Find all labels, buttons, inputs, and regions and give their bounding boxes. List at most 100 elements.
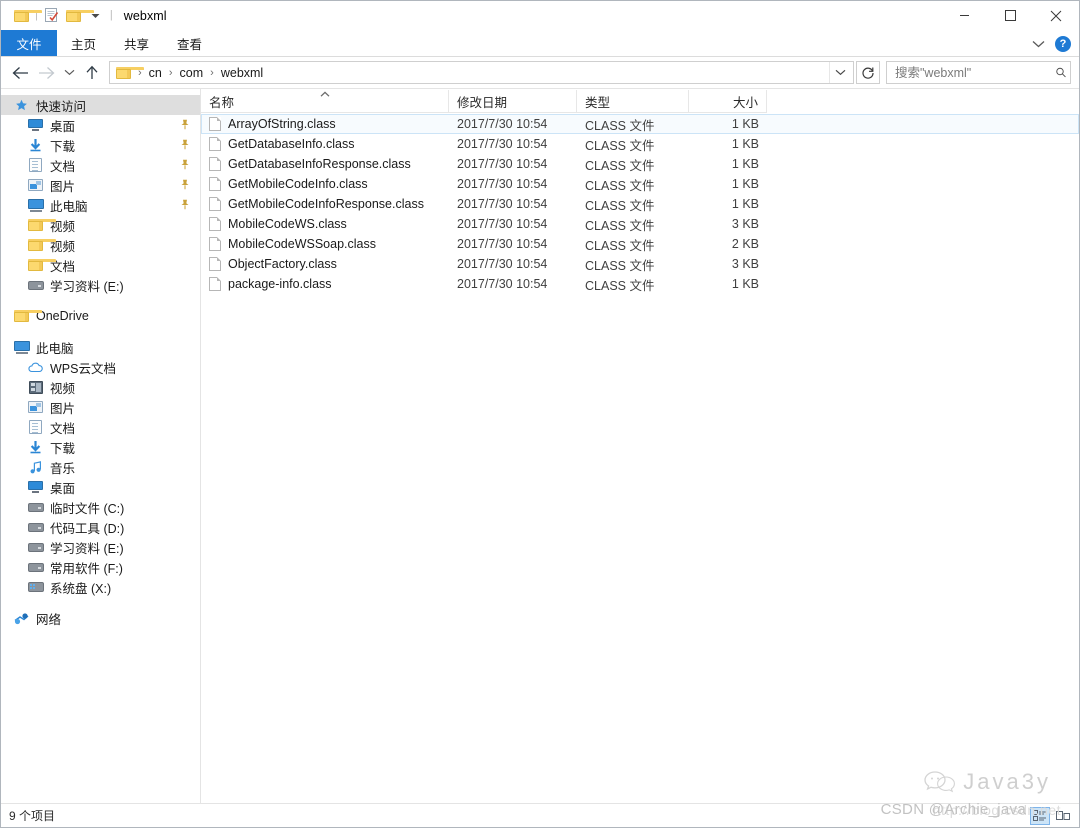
back-button[interactable]: [7, 60, 33, 86]
navigation-pane[interactable]: 快速访问 桌面 下载 文档 图片 此电脑 视频 视频 文档 学习资料 (E:) …: [1, 89, 201, 803]
pin-icon[interactable]: [180, 199, 190, 213]
column-header-date-modified[interactable]: 修改日期: [449, 90, 577, 113]
search-input[interactable]: [895, 65, 1056, 80]
item-count-label: 9 个项目: [9, 809, 56, 823]
file-name: GetMobileCodeInfoResponse.class: [228, 197, 424, 211]
pin-icon[interactable]: [180, 139, 190, 153]
pin-icon[interactable]: [180, 159, 190, 173]
sidebar-item-documents-pc[interactable]: 文档: [1, 417, 200, 437]
pin-icon[interactable]: [180, 179, 190, 193]
file-type-cell: CLASS 文件: [585, 258, 655, 273]
sidebar-item-pictures[interactable]: 图片: [1, 175, 200, 195]
sidebar-item-downloads[interactable]: 下载: [1, 135, 200, 155]
sidebar-item-quick-access[interactable]: 快速访问: [1, 95, 200, 115]
sidebar-item-label: 下载: [50, 441, 76, 456]
sidebar-item-drive-e-quick[interactable]: 学习资料 (E:): [1, 275, 200, 295]
folder-icon: [13, 9, 42, 22]
sidebar-item-drive-d[interactable]: 代码工具 (D:): [1, 517, 200, 537]
column-header-name[interactable]: 名称: [201, 90, 449, 113]
table-row[interactable]: ArrayOfString.class 2017/7/30 10:54 CLAS…: [201, 114, 1079, 134]
tab-share[interactable]: 共享: [110, 30, 163, 56]
table-row[interactable]: GetMobileCodeInfoResponse.class 2017/7/3…: [201, 194, 1079, 214]
sidebar-item-videos-2[interactable]: 视频: [1, 235, 200, 255]
file-name-cell: MobileCodeWSSoap.class: [201, 237, 449, 251]
ribbon-tab-bar: 文件 主页 共享 查看 ?: [1, 30, 1079, 57]
minimize-button[interactable]: [941, 1, 987, 30]
sidebar-item-documents-folder[interactable]: 文档: [1, 255, 200, 275]
sidebar-item-this-pc-root[interactable]: 此电脑: [1, 337, 200, 357]
sidebar-item-drive-c[interactable]: 临时文件 (C:): [1, 497, 200, 517]
file-name: package-info.class: [228, 277, 332, 291]
table-row[interactable]: GetMobileCodeInfo.class 2017/7/30 10:54 …: [201, 174, 1079, 194]
sidebar-item-onedrive[interactable]: OneDrive: [1, 306, 200, 326]
explorer-body: 快速访问 桌面 下载 文档 图片 此电脑 视频 视频 文档 学习资料 (E:) …: [1, 88, 1079, 803]
details-view-button[interactable]: [1030, 807, 1050, 825]
sidebar-item-videos[interactable]: 视频: [1, 377, 200, 397]
breadcrumb-bar[interactable]: › cn › com › webxml: [109, 61, 854, 84]
folder-icon: [27, 239, 56, 251]
up-button[interactable]: [79, 60, 105, 86]
help-button[interactable]: ?: [1055, 35, 1071, 52]
column-header-label: 类型: [585, 95, 611, 110]
tab-home[interactable]: 主页: [57, 30, 110, 56]
qat-folder-icon[interactable]: [10, 5, 42, 27]
file-size-cell: 3 KB: [731, 217, 759, 231]
details-view-icon: [1033, 810, 1046, 821]
close-button[interactable]: [1033, 1, 1079, 30]
breadcrumb-item-webxml[interactable]: webxml: [219, 66, 265, 80]
table-row[interactable]: GetDatabaseInfo.class 2017/7/30 10:54 CL…: [201, 134, 1079, 154]
sidebar-item-downloads-pc[interactable]: 下载: [1, 437, 200, 457]
large-icons-view-button[interactable]: [1053, 807, 1073, 825]
minimize-icon: [959, 15, 969, 16]
recent-locations-button[interactable]: [59, 60, 79, 86]
table-row[interactable]: package-info.class 2017/7/30 10:54 CLASS…: [201, 274, 1079, 294]
chevron-down-icon: [64, 69, 74, 76]
qat-customize-button[interactable]: [85, 5, 107, 27]
qat-properties-icon[interactable]: [41, 5, 63, 27]
expand-ribbon-button[interactable]: [1032, 35, 1045, 53]
forward-button[interactable]: [33, 60, 59, 86]
sidebar-item-wps-cloud[interactable]: WPS云文档: [1, 357, 200, 377]
tab-view[interactable]: 查看: [163, 30, 216, 56]
sidebar-item-videos-1[interactable]: 视频: [1, 215, 200, 235]
sidebar-item-desktop-pc[interactable]: 桌面: [1, 477, 200, 497]
qat-new-folder-icon[interactable]: [63, 5, 95, 27]
sidebar-item-label: 学习资料 (E:): [50, 279, 124, 294]
sidebar-item-desktop[interactable]: 桌面: [1, 115, 200, 135]
sidebar-item-label: 快速访问: [36, 99, 87, 114]
table-row[interactable]: ObjectFactory.class 2017/7/30 10:54 CLAS…: [201, 254, 1079, 274]
file-modified-cell: 2017/7/30 10:54: [457, 217, 548, 231]
tab-file[interactable]: 文件: [1, 30, 57, 56]
search-box[interactable]: [886, 61, 1071, 84]
column-header-size[interactable]: 大小: [689, 90, 767, 113]
sidebar-item-label: 图片: [50, 179, 76, 194]
pin-icon[interactable]: [180, 119, 190, 133]
table-row[interactable]: MobileCodeWSSoap.class 2017/7/30 10:54 C…: [201, 234, 1079, 254]
sidebar-item-documents[interactable]: 文档: [1, 155, 200, 175]
sidebar-item-drive-f[interactable]: 常用软件 (F:): [1, 557, 200, 577]
breadcrumb: › cn › com › webxml: [116, 66, 829, 80]
sidebar-item-drive-e[interactable]: 学习资料 (E:): [1, 537, 200, 557]
table-row[interactable]: GetDatabaseInfoResponse.class 2017/7/30 …: [201, 154, 1079, 174]
sidebar-item-pictures-pc[interactable]: 图片: [1, 397, 200, 417]
breadcrumb-item-cn[interactable]: cn: [147, 66, 164, 80]
sidebar-item-music[interactable]: 音乐: [1, 457, 200, 477]
sidebar-item-network[interactable]: 网络: [1, 608, 200, 628]
refresh-button[interactable]: [856, 61, 880, 84]
system-drive-icon: [27, 582, 44, 592]
column-header-label: 名称: [209, 95, 235, 110]
search-icon[interactable]: [1056, 66, 1066, 79]
address-dropdown-button[interactable]: [829, 62, 851, 83]
table-row[interactable]: MobileCodeWS.class 2017/7/30 10:54 CLASS…: [201, 214, 1079, 234]
sidebar-item-this-pc[interactable]: 此电脑: [1, 195, 200, 215]
breadcrumb-item-com[interactable]: com: [178, 66, 206, 80]
file-type-cell: CLASS 文件: [585, 158, 655, 173]
class-file-icon: [209, 237, 221, 251]
breadcrumb-folder-icon[interactable]: [116, 66, 144, 79]
file-size-cell: 3 KB: [731, 257, 759, 271]
document-icon: [27, 420, 44, 434]
maximize-button[interactable]: [987, 1, 1033, 30]
sidebar-item-drive-x[interactable]: 系统盘 (X:): [1, 577, 200, 597]
column-header-type[interactable]: 类型: [577, 90, 689, 113]
file-size-cell: 1 KB: [731, 277, 759, 291]
